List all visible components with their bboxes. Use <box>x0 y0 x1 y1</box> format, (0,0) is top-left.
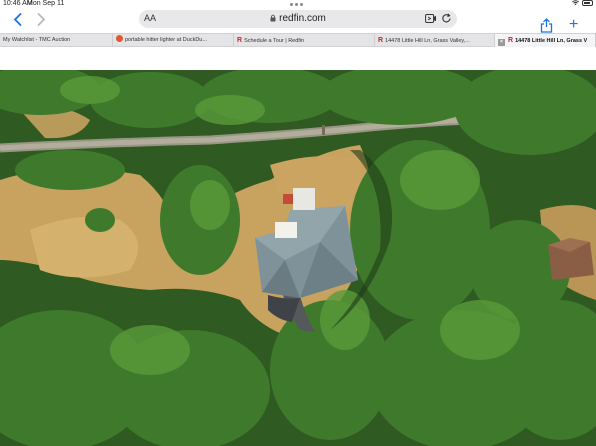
wifi-icon <box>572 0 579 6</box>
chevron-right-icon <box>37 12 45 26</box>
address-bar[interactable]: AA redfin.com <box>139 10 457 28</box>
redfin-icon: R <box>378 37 384 44</box>
new-tab-button[interactable]: + <box>569 17 578 33</box>
multitasking-dots[interactable] <box>290 1 305 8</box>
url-text: redfin.com <box>279 13 326 24</box>
status-bar: 10:46 AM Mon Sep 11 <box>0 0 596 8</box>
forward-button[interactable] <box>33 11 49 27</box>
status-date: Mon Sep 11 <box>27 0 65 7</box>
share-icon[interactable] <box>540 18 553 33</box>
tab-tmc-auction[interactable]: My Watchlist - TMC Auction <box>0 34 113 47</box>
tab-label: Schedule a Tour | Redfin <box>244 38 305 44</box>
reload-icon[interactable] <box>441 13 452 24</box>
status-indicators <box>572 0 593 6</box>
aerial-property-photo[interactable] <box>0 70 596 446</box>
redfin-icon: R <box>508 37 514 44</box>
tab-label: 14478 Little Hill Ln, Grass V <box>515 38 588 44</box>
chevron-left-icon <box>13 12 21 26</box>
tab-label: portable hitter lighter at DuckDu... <box>125 37 207 43</box>
tab-redfin-listing[interactable]: R 14478 Little Hill Ln, Grass Valley,... <box>375 34 495 47</box>
extension-icon[interactable] <box>425 13 437 24</box>
tab-redfin-schedule[interactable]: R Schedule a Tour | Redfin <box>234 34 375 47</box>
battery-icon <box>582 0 593 6</box>
duckduckgo-icon <box>116 35 123 42</box>
tab-label: 14478 Little Hill Ln, Grass Valley,... <box>385 38 470 44</box>
tab-duckduckgo[interactable]: portable hitter lighter at DuckDu... <box>113 34 234 47</box>
lock-icon <box>270 14 276 22</box>
tab-redfin-listing-active[interactable]: × R 14478 Little Hill Ln, Grass V <box>495 34 596 47</box>
close-tab-icon[interactable]: × <box>498 39 505 46</box>
tab-bar: My Watchlist - TMC Auction portable hitt… <box>0 33 596 47</box>
browser-toolbar: AA redfin.com + <box>0 8 596 33</box>
redfin-icon: R <box>237 37 243 44</box>
back-button[interactable] <box>9 11 25 27</box>
tab-label: My Watchlist - TMC Auction <box>3 37 71 43</box>
